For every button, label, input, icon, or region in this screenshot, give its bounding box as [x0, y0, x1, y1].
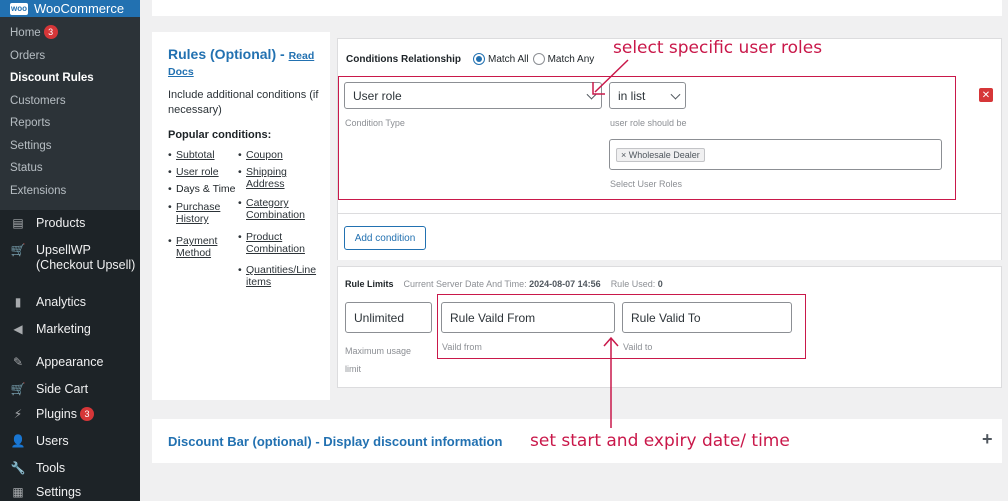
annotation-roles-text: select specific user roles	[613, 38, 823, 58]
annotation-roles-box	[338, 76, 956, 200]
match-any-option[interactable]: Match Any	[532, 53, 594, 65]
products-icon: ▤	[12, 216, 24, 230]
menu-settings[interactable]: ▦ Settings	[0, 479, 140, 501]
wrench-icon: 🔧	[10, 461, 26, 475]
rules-description: Include additional conditions (if necess…	[168, 89, 319, 116]
menu-upsellwp[interactable]: 🛒 UpsellWP (Checkout Upsell)	[0, 237, 140, 289]
submenu-status[interactable]: Status	[0, 157, 140, 180]
submenu-customers[interactable]: Customers	[0, 90, 140, 113]
divider	[338, 213, 1001, 214]
discount-bar-title[interactable]: Discount Bar (optional) - Display discou…	[168, 434, 502, 449]
menu-products[interactable]: ▤ Products	[0, 210, 140, 237]
menu-users[interactable]: 👤 Users	[0, 428, 140, 455]
home-badge: 3	[43, 25, 58, 39]
admin-sidebar: woo WooCommerce Home 3 Orders Discount Ru…	[0, 0, 140, 501]
menu-plugins[interactable]: ⚡ Plugins 3	[0, 401, 140, 428]
maximum-usage-input[interactable]: Unlimited	[345, 302, 432, 333]
woo-logo-icon: woo	[10, 2, 28, 15]
side-cart-icon: 🛒	[10, 382, 26, 396]
add-condition-button[interactable]: Add condition	[344, 226, 426, 250]
cart-icon: 🛒	[10, 243, 26, 257]
expand-plus-icon[interactable]: +	[982, 429, 993, 450]
rules-info-column: Rules (Optional) - Read Docs Include add…	[152, 32, 330, 400]
rules-title: Rules (Optional) - Read Docs	[168, 46, 315, 78]
annotation-dates-text: set start and expiry date/ time	[530, 431, 790, 451]
match-all-option[interactable]: Match All	[473, 53, 529, 65]
menu-marketing[interactable]: ◀ Marketing	[0, 316, 140, 349]
condition-link-quantities[interactable]: Quantities/Line items	[238, 264, 326, 288]
match-any-radio[interactable]	[532, 53, 545, 65]
match-all-radio[interactable]	[473, 53, 485, 65]
users-icon: 👤	[10, 434, 26, 448]
condition-link-category-combination[interactable]: Category Combination	[238, 197, 316, 221]
woocommerce-menu-header[interactable]: woo WooCommerce	[0, 0, 140, 17]
plugins-badge: 3	[80, 407, 94, 421]
condition-link-user-role[interactable]: User role	[168, 166, 219, 178]
submenu-discount-rules[interactable]: Discount Rules	[0, 67, 140, 90]
submenu-home[interactable]: Home 3	[0, 22, 140, 45]
condition-link-payment-method[interactable]: Payment Method	[168, 235, 224, 259]
condition-link-coupon[interactable]: Coupon	[238, 149, 283, 161]
annotation-dates-box	[437, 294, 806, 359]
woocommerce-label: WooCommerce	[34, 1, 125, 16]
popular-conditions-label: Popular conditions:	[168, 129, 272, 141]
condition-link-purchase-history[interactable]: Purchase History	[168, 201, 224, 225]
rule-used-count: 0	[657, 279, 663, 289]
menu-analytics[interactable]: ▮ Analytics	[0, 289, 140, 316]
submenu-extensions[interactable]: Extensions	[0, 180, 140, 203]
settings-icon: ▦	[12, 485, 24, 499]
rule-limits-header: Rule Limits Current Server Date And Time…	[345, 279, 663, 289]
brush-icon: ✎	[12, 355, 24, 369]
condition-link-shipping-address[interactable]: Shipping Address	[238, 166, 306, 190]
conditions-relationship-row: Conditions Relationship Match All Match …	[346, 53, 598, 65]
top-card-edge	[152, 0, 1002, 16]
menu-tools[interactable]: 🔧 Tools	[0, 455, 140, 479]
submenu-reports[interactable]: Reports	[0, 112, 140, 135]
server-time: 2024-08-07 14:56	[529, 279, 601, 289]
megaphone-icon: ◀	[13, 322, 23, 336]
condition-link-subtotal[interactable]: Subtotal	[168, 149, 214, 161]
plug-icon: ⚡	[13, 407, 23, 421]
menu-appearance[interactable]: ✎ Appearance	[0, 349, 140, 376]
delete-condition-icon[interactable]: ✕	[979, 88, 993, 102]
usage-hint: Maximum usage limit	[345, 346, 412, 374]
conditions-relationship-label: Conditions Relationship	[346, 53, 461, 65]
submenu-orders[interactable]: Orders	[0, 45, 140, 68]
condition-link-days-time[interactable]: Days & Time	[168, 183, 235, 195]
woocommerce-submenu: Home 3 Orders Discount Rules Customers Re…	[0, 17, 140, 210]
menu-side-cart[interactable]: 🛒 Side Cart	[0, 376, 140, 401]
submenu-settings[interactable]: Settings	[0, 135, 140, 158]
condition-link-product-combination[interactable]: Product Combination	[238, 231, 316, 255]
analytics-icon: ▮	[14, 295, 22, 309]
